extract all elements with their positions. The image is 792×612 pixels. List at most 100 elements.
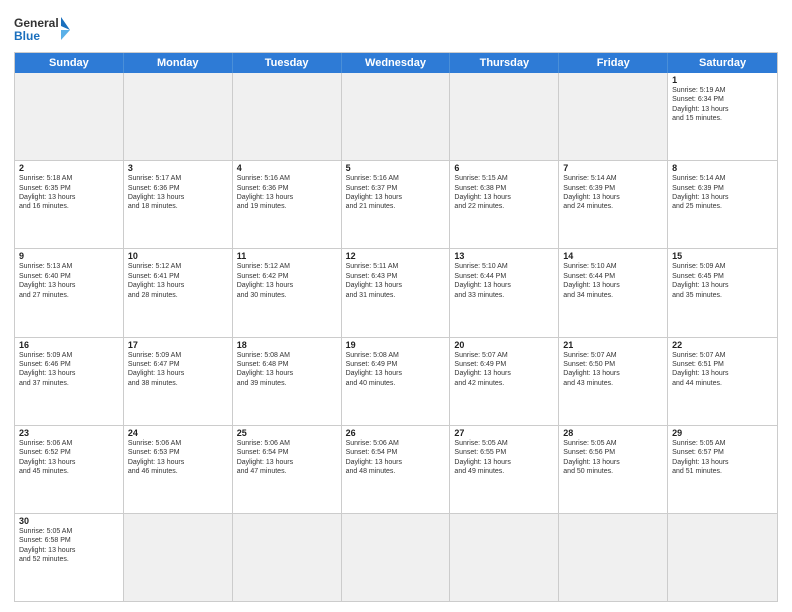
cell-info: Sunrise: 5:05 AM Sunset: 6:57 PM Dayligh… xyxy=(672,439,773,477)
cell-info: Sunrise: 5:06 AM Sunset: 6:54 PM Dayligh… xyxy=(346,439,446,477)
cell-day-number: 9 xyxy=(19,251,119,261)
calendar-cell: 12Sunrise: 5:11 AM Sunset: 6:43 PM Dayli… xyxy=(342,249,451,336)
cell-info: Sunrise: 5:10 AM Sunset: 6:44 PM Dayligh… xyxy=(563,262,663,300)
calendar-cell: 28Sunrise: 5:05 AM Sunset: 6:56 PM Dayli… xyxy=(559,426,668,513)
cell-info: Sunrise: 5:09 AM Sunset: 6:45 PM Dayligh… xyxy=(672,262,773,300)
calendar-cell: 13Sunrise: 5:10 AM Sunset: 6:44 PM Dayli… xyxy=(450,249,559,336)
calendar-cell xyxy=(15,73,124,160)
cell-info: Sunrise: 5:13 AM Sunset: 6:40 PM Dayligh… xyxy=(19,262,119,300)
calendar-cell: 7Sunrise: 5:14 AM Sunset: 6:39 PM Daylig… xyxy=(559,161,668,248)
calendar-cell: 23Sunrise: 5:06 AM Sunset: 6:52 PM Dayli… xyxy=(15,426,124,513)
calendar-row: 30Sunrise: 5:05 AM Sunset: 6:58 PM Dayli… xyxy=(15,514,777,601)
cell-day-number: 3 xyxy=(128,163,228,173)
weekday-header: Monday xyxy=(124,53,233,73)
calendar-cell xyxy=(124,73,233,160)
svg-text:Blue: Blue xyxy=(14,29,40,43)
cell-info: Sunrise: 5:08 AM Sunset: 6:48 PM Dayligh… xyxy=(237,351,337,389)
cell-day-number: 18 xyxy=(237,340,337,350)
cell-day-number: 15 xyxy=(672,251,773,261)
calendar-cell xyxy=(342,73,451,160)
calendar-cell: 9Sunrise: 5:13 AM Sunset: 6:40 PM Daylig… xyxy=(15,249,124,336)
calendar-cell: 1Sunrise: 5:19 AM Sunset: 6:34 PM Daylig… xyxy=(668,73,777,160)
cell-info: Sunrise: 5:08 AM Sunset: 6:49 PM Dayligh… xyxy=(346,351,446,389)
weekday-header: Sunday xyxy=(15,53,124,73)
calendar-cell xyxy=(668,514,777,601)
cell-info: Sunrise: 5:17 AM Sunset: 6:36 PM Dayligh… xyxy=(128,174,228,212)
calendar-header: SundayMondayTuesdayWednesdayThursdayFrid… xyxy=(15,53,777,73)
cell-day-number: 21 xyxy=(563,340,663,350)
cell-info: Sunrise: 5:12 AM Sunset: 6:42 PM Dayligh… xyxy=(237,262,337,300)
cell-info: Sunrise: 5:06 AM Sunset: 6:52 PM Dayligh… xyxy=(19,439,119,477)
calendar-cell xyxy=(233,514,342,601)
cell-info: Sunrise: 5:16 AM Sunset: 6:36 PM Dayligh… xyxy=(237,174,337,212)
cell-day-number: 20 xyxy=(454,340,554,350)
calendar-cell xyxy=(342,514,451,601)
cell-info: Sunrise: 5:05 AM Sunset: 6:56 PM Dayligh… xyxy=(563,439,663,477)
calendar-cell: 29Sunrise: 5:05 AM Sunset: 6:57 PM Dayli… xyxy=(668,426,777,513)
calendar-cell: 4Sunrise: 5:16 AM Sunset: 6:36 PM Daylig… xyxy=(233,161,342,248)
calendar-cell: 26Sunrise: 5:06 AM Sunset: 6:54 PM Dayli… xyxy=(342,426,451,513)
cell-info: Sunrise: 5:06 AM Sunset: 6:54 PM Dayligh… xyxy=(237,439,337,477)
calendar-cell: 19Sunrise: 5:08 AM Sunset: 6:49 PM Dayli… xyxy=(342,338,451,425)
cell-info: Sunrise: 5:09 AM Sunset: 6:46 PM Dayligh… xyxy=(19,351,119,389)
calendar-cell: 27Sunrise: 5:05 AM Sunset: 6:55 PM Dayli… xyxy=(450,426,559,513)
cell-day-number: 4 xyxy=(237,163,337,173)
calendar: SundayMondayTuesdayWednesdayThursdayFrid… xyxy=(14,52,778,602)
cell-info: Sunrise: 5:18 AM Sunset: 6:35 PM Dayligh… xyxy=(19,174,119,212)
calendar-cell xyxy=(233,73,342,160)
cell-day-number: 16 xyxy=(19,340,119,350)
calendar-cell xyxy=(450,514,559,601)
cell-day-number: 17 xyxy=(128,340,228,350)
cell-day-number: 14 xyxy=(563,251,663,261)
generalblue-logo: General Blue xyxy=(14,14,74,48)
cell-day-number: 8 xyxy=(672,163,773,173)
cell-info: Sunrise: 5:05 AM Sunset: 6:58 PM Dayligh… xyxy=(19,527,119,565)
cell-info: Sunrise: 5:19 AM Sunset: 6:34 PM Dayligh… xyxy=(672,86,773,124)
calendar-cell: 22Sunrise: 5:07 AM Sunset: 6:51 PM Dayli… xyxy=(668,338,777,425)
weekday-header: Saturday xyxy=(668,53,777,73)
calendar-page: General Blue SundayMondayTuesdayWednesda… xyxy=(0,0,792,612)
cell-day-number: 7 xyxy=(563,163,663,173)
cell-day-number: 30 xyxy=(19,516,119,526)
calendar-cell: 10Sunrise: 5:12 AM Sunset: 6:41 PM Dayli… xyxy=(124,249,233,336)
cell-day-number: 29 xyxy=(672,428,773,438)
cell-day-number: 2 xyxy=(19,163,119,173)
cell-day-number: 22 xyxy=(672,340,773,350)
cell-day-number: 6 xyxy=(454,163,554,173)
calendar-cell xyxy=(124,514,233,601)
calendar-cell: 20Sunrise: 5:07 AM Sunset: 6:49 PM Dayli… xyxy=(450,338,559,425)
cell-day-number: 25 xyxy=(237,428,337,438)
weekday-header: Thursday xyxy=(450,53,559,73)
calendar-row: 1Sunrise: 5:19 AM Sunset: 6:34 PM Daylig… xyxy=(15,73,777,161)
cell-day-number: 24 xyxy=(128,428,228,438)
calendar-row: 2Sunrise: 5:18 AM Sunset: 6:35 PM Daylig… xyxy=(15,161,777,249)
cell-info: Sunrise: 5:16 AM Sunset: 6:37 PM Dayligh… xyxy=(346,174,446,212)
calendar-cell: 3Sunrise: 5:17 AM Sunset: 6:36 PM Daylig… xyxy=(124,161,233,248)
calendar-cell xyxy=(450,73,559,160)
calendar-cell: 8Sunrise: 5:14 AM Sunset: 6:39 PM Daylig… xyxy=(668,161,777,248)
cell-info: Sunrise: 5:12 AM Sunset: 6:41 PM Dayligh… xyxy=(128,262,228,300)
cell-info: Sunrise: 5:05 AM Sunset: 6:55 PM Dayligh… xyxy=(454,439,554,477)
cell-day-number: 1 xyxy=(672,75,773,85)
cell-info: Sunrise: 5:14 AM Sunset: 6:39 PM Dayligh… xyxy=(563,174,663,212)
calendar-cell: 16Sunrise: 5:09 AM Sunset: 6:46 PM Dayli… xyxy=(15,338,124,425)
page-header: General Blue xyxy=(14,10,778,48)
cell-day-number: 23 xyxy=(19,428,119,438)
calendar-cell: 30Sunrise: 5:05 AM Sunset: 6:58 PM Dayli… xyxy=(15,514,124,601)
weekday-header: Wednesday xyxy=(342,53,451,73)
cell-day-number: 28 xyxy=(563,428,663,438)
cell-day-number: 11 xyxy=(237,251,337,261)
cell-day-number: 5 xyxy=(346,163,446,173)
cell-day-number: 10 xyxy=(128,251,228,261)
weekday-header: Tuesday xyxy=(233,53,342,73)
calendar-cell: 5Sunrise: 5:16 AM Sunset: 6:37 PM Daylig… xyxy=(342,161,451,248)
calendar-cell xyxy=(559,73,668,160)
cell-day-number: 26 xyxy=(346,428,446,438)
calendar-cell: 25Sunrise: 5:06 AM Sunset: 6:54 PM Dayli… xyxy=(233,426,342,513)
calendar-body: 1Sunrise: 5:19 AM Sunset: 6:34 PM Daylig… xyxy=(15,73,777,601)
calendar-cell: 18Sunrise: 5:08 AM Sunset: 6:48 PM Dayli… xyxy=(233,338,342,425)
calendar-cell: 11Sunrise: 5:12 AM Sunset: 6:42 PM Dayli… xyxy=(233,249,342,336)
cell-info: Sunrise: 5:06 AM Sunset: 6:53 PM Dayligh… xyxy=(128,439,228,477)
cell-day-number: 13 xyxy=(454,251,554,261)
cell-info: Sunrise: 5:14 AM Sunset: 6:39 PM Dayligh… xyxy=(672,174,773,212)
